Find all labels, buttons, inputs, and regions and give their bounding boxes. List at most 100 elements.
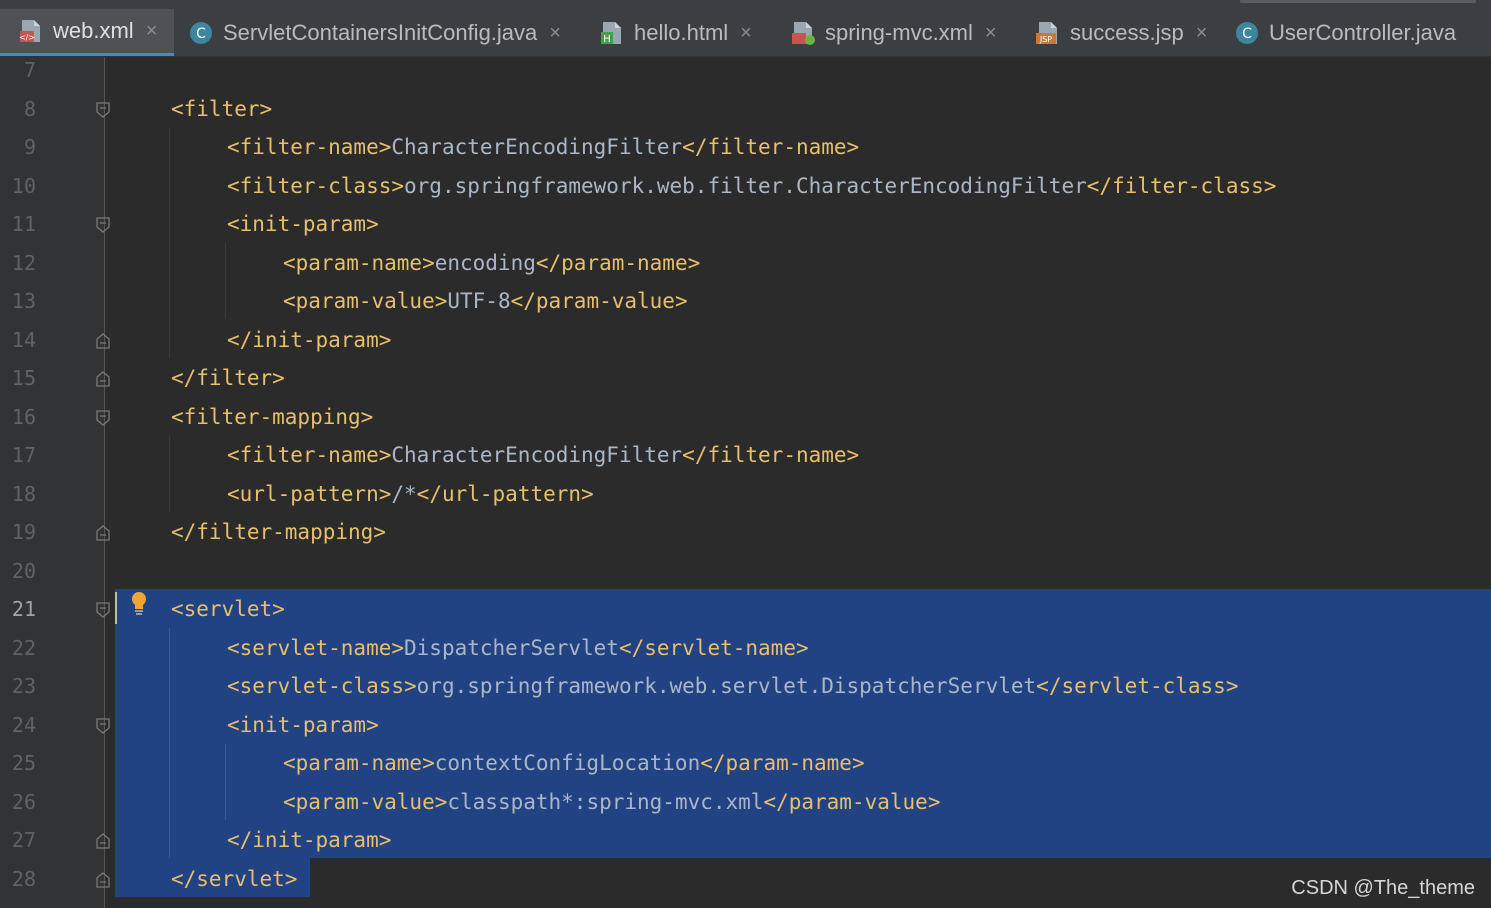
svg-text:H: H	[603, 34, 611, 45]
xml-text: classpath*:spring-mvc.xml	[447, 789, 764, 814]
line-number[interactable]: 13	[0, 282, 36, 321]
xml-file-icon: </>	[18, 18, 44, 44]
line-number[interactable]: 18	[0, 475, 36, 514]
tab-scroll-indicator[interactable]	[1240, 0, 1476, 3]
fold-collapse-icon[interactable]	[96, 717, 110, 734]
xml-closing-tag: </filter-name>	[682, 443, 860, 467]
close-icon[interactable]: ×	[985, 23, 997, 43]
line-number[interactable]: 15	[0, 359, 36, 398]
code-line[interactable]: </init-param>	[227, 821, 391, 860]
close-icon[interactable]: ×	[549, 23, 561, 43]
xml-tag: <url-pattern>	[227, 481, 392, 506]
line-number[interactable]: 7	[0, 51, 36, 90]
code-line[interactable]: <param-value>UTF-8</param-value>	[283, 282, 688, 321]
code-line[interactable]: </filter-mapping>	[171, 513, 386, 552]
xml-text: org.springframework.web.servlet.Dispatch…	[416, 674, 1037, 698]
line-number[interactable]: 16	[0, 398, 36, 437]
line-number[interactable]: 8	[0, 90, 36, 129]
tab-label: web.xml	[53, 18, 134, 43]
line-number[interactable]: 26	[0, 783, 36, 822]
xml-text: org.springframework.web.filter.Character…	[404, 173, 1087, 198]
tab-label: hello.html	[634, 20, 729, 45]
fold-collapse-icon[interactable]	[96, 101, 110, 118]
fold-end-icon[interactable]	[96, 833, 110, 849]
spring-xml-file-icon	[790, 20, 816, 46]
svg-text:JSP: JSP	[1039, 35, 1052, 44]
close-icon[interactable]: ×	[740, 23, 752, 43]
tab-hello-html[interactable]: H hello.html ×	[599, 9, 752, 56]
code-line[interactable]: </init-param>	[227, 321, 391, 360]
lightbulb-icon[interactable]	[128, 590, 150, 618]
code-line[interactable]: <param-value>classpath*:spring-mvc.xml</…	[283, 783, 940, 822]
line-number[interactable]: 9	[0, 128, 36, 167]
line-number[interactable]: 20	[0, 552, 36, 591]
code-line[interactable]: <init-param>	[227, 706, 379, 745]
xml-tag: <filter>	[171, 96, 273, 121]
line-number[interactable]: 23	[0, 667, 36, 706]
code-line[interactable]: <init-param>	[227, 205, 379, 244]
xml-closing-tag: </param-value>	[763, 789, 941, 814]
fold-collapse-icon[interactable]	[96, 409, 110, 426]
line-number[interactable]: 28	[0, 860, 36, 899]
code-line[interactable]: <filter>	[171, 90, 272, 129]
tab-label: spring-mvc.xml	[825, 20, 973, 45]
fold-end-icon[interactable]	[96, 871, 110, 888]
tab-usercontroller-java[interactable]: C UserController.java	[1234, 9, 1457, 56]
close-icon[interactable]: ×	[146, 21, 158, 41]
line-number[interactable]: 24	[0, 706, 36, 745]
fold-end-icon[interactable]	[96, 525, 110, 541]
code-line[interactable]: <filter-name>CharacterEncodingFilter</fi…	[227, 436, 859, 475]
code-line[interactable]: <url-pattern>/*</url-pattern>	[227, 475, 594, 514]
line-number[interactable]: 21	[0, 590, 36, 629]
xml-text: CharacterEncodingFilter	[391, 443, 683, 467]
code-line[interactable]: </filter>	[171, 359, 285, 398]
xml-tag: <filter-name>	[227, 135, 392, 159]
line-number[interactable]: 22	[0, 629, 36, 668]
fold-end-icon[interactable]	[96, 332, 110, 349]
indent-guide	[225, 243, 226, 319]
indent-guide	[169, 436, 170, 512]
watermark: CSDN @The_theme	[1291, 877, 1475, 899]
code-line[interactable]: <servlet>	[171, 590, 285, 629]
xml-tag: <filter-class>	[227, 173, 405, 198]
fold-end-icon[interactable]	[96, 371, 110, 387]
fold-collapse-icon[interactable]	[96, 217, 110, 233]
line-number[interactable]: 17	[0, 436, 36, 475]
indent-guide	[169, 128, 170, 358]
line-number[interactable]: 25	[0, 744, 36, 783]
code-line[interactable]: <param-name>encoding</param-name>	[283, 244, 700, 283]
code-line[interactable]: <filter-name>CharacterEncodingFilter</fi…	[227, 128, 859, 167]
tab-label: success.jsp	[1070, 20, 1184, 45]
xml-tag: <servlet-name>	[227, 635, 405, 660]
svg-text:C: C	[196, 26, 206, 42]
line-number[interactable]: 19	[0, 513, 36, 552]
tab-web-xml[interactable]: </> web.xml ×	[0, 9, 174, 56]
fold-collapse-icon[interactable]	[96, 602, 110, 618]
xml-closing-tag: </param-name>	[535, 250, 701, 275]
tab-success-jsp[interactable]: JSP success.jsp ×	[1035, 9, 1208, 56]
line-number[interactable]: 11	[0, 205, 36, 244]
xml-tag: <servlet-class>	[227, 674, 417, 698]
xml-tag: <filter-mapping>	[171, 404, 374, 429]
tab-servletcontainersinitconfig-java[interactable]: C ServletContainersInitConfig.java ×	[188, 9, 561, 56]
code-line[interactable]: <servlet-class>org.springframework.web.s…	[227, 667, 1238, 706]
xml-tag: <init-param>	[227, 212, 379, 236]
tab-label: UserController.java	[1269, 20, 1457, 45]
line-number[interactable]: 12	[0, 244, 36, 283]
svg-text:C: C	[1242, 26, 1252, 42]
code-line[interactable]: <filter-mapping>	[171, 398, 373, 437]
jsp-file-icon: JSP	[1035, 20, 1061, 46]
xml-tag: </filter-mapping>	[171, 520, 386, 544]
code-line[interactable]: <param-name>contextConfigLocation</param…	[283, 744, 865, 783]
code-line[interactable]: </servlet>	[171, 860, 297, 899]
tab-spring-mvc-xml[interactable]: spring-mvc.xml ×	[790, 9, 997, 56]
close-icon[interactable]: ×	[1196, 23, 1208, 43]
xml-tag: </servlet>	[171, 866, 298, 891]
code-line[interactable]: <servlet-name>DispatcherServlet</servlet…	[227, 629, 809, 668]
code-line[interactable]: <filter-class>org.springframework.web.fi…	[227, 167, 1276, 206]
line-number[interactable]: 10	[0, 167, 36, 206]
indent-guide	[225, 744, 226, 820]
xml-tag: <init-param>	[227, 712, 379, 737]
line-number[interactable]: 27	[0, 821, 36, 860]
line-number[interactable]: 14	[0, 321, 36, 360]
